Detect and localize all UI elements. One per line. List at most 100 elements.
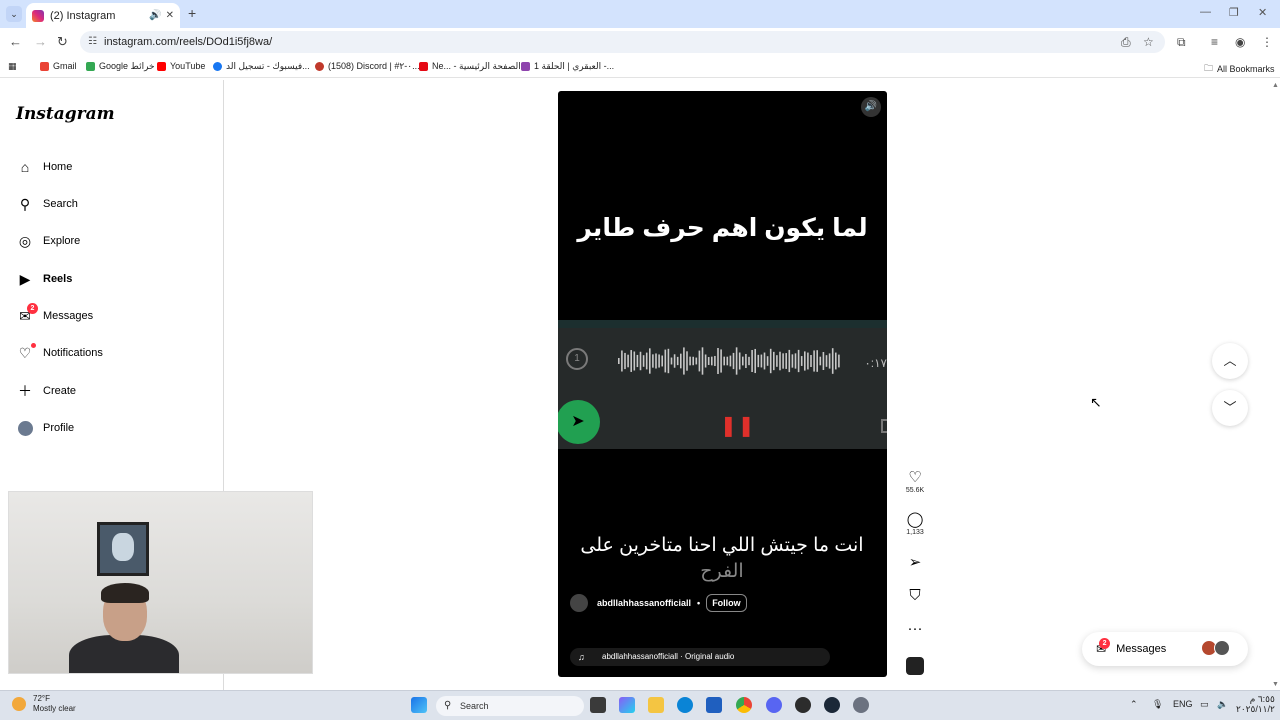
obs-icon[interactable]: [795, 697, 811, 713]
store-icon[interactable]: [706, 697, 722, 713]
chrome-icon[interactable]: [736, 697, 752, 713]
nav-notifications[interactable]: ♡ Notifications: [16, 343, 103, 362]
instagram-logo[interactable]: Instagram: [16, 104, 115, 124]
reload-icon[interactable]: ↻: [57, 34, 68, 50]
bookmark-discord[interactable]: (1508) Discord | #٠-٢...: [315, 61, 420, 72]
reel-video[interactable]: 🔊 لما يكون اهم حرف طاير 😂😂😂 1 ٠:١٧ ➤ ❚❚ …: [558, 91, 887, 677]
waveform-bar: [729, 355, 732, 367]
audio-label: abdllahhassanofficiall · Original audio: [602, 652, 735, 661]
scroll-down-icon[interactable]: ▼: [1272, 681, 1279, 688]
waveform-bar: [676, 356, 679, 366]
like-count: 55.6K: [905, 487, 925, 494]
nav-messages[interactable]: ✉ 2 Messages: [16, 303, 93, 325]
edge-icon[interactable]: [677, 697, 693, 713]
previous-reel-button[interactable]: ︿: [1212, 343, 1248, 379]
nav-create[interactable]: ＋ Create: [16, 382, 76, 400]
volume-icon[interactable]: 🔊: [861, 97, 881, 117]
tab-audio-icon[interactable]: 🔊: [149, 10, 161, 21]
speaker-icon[interactable]: 🔈: [1217, 699, 1228, 710]
comment-icon: ◯: [906, 511, 924, 528]
waveform-bar: [707, 357, 710, 365]
browser-tab[interactable]: (2) Instagram 🔊 ✕: [26, 3, 180, 28]
like-button[interactable]: ♡ 55.6K: [903, 468, 927, 494]
copilot-icon[interactable]: [619, 697, 635, 713]
post-caption[interactable]: 😂😂😂😂😂😂😂: [570, 623, 644, 634]
bookmark-facebook[interactable]: فيسبوك - تسجيل الد...: [213, 61, 310, 72]
share-button[interactable]: ➢: [903, 553, 927, 571]
nav-label: Create: [43, 385, 77, 397]
windows-start-icon[interactable]: [411, 697, 427, 713]
file-explorer-icon[interactable]: [648, 697, 664, 713]
waveform-bar: [813, 350, 815, 372]
discord-icon[interactable]: [766, 697, 782, 713]
page-scrollbar[interactable]: ▲ ▼: [1270, 80, 1280, 690]
tray-overflow-icon[interactable]: ⌃: [1130, 699, 1138, 710]
heart-icon: ♡: [908, 469, 922, 486]
new-tab-button[interactable]: +: [188, 5, 196, 21]
task-view-icon[interactable]: [590, 697, 606, 713]
weather-widget[interactable]: 72°F Mostly clear: [12, 694, 76, 714]
author-name[interactable]: abdllahhassanofficiall: [597, 598, 691, 608]
maximize-icon[interactable]: ❐: [1229, 6, 1239, 19]
settings-gear-icon[interactable]: [853, 697, 869, 713]
bookmark-youtube[interactable]: YouTube: [157, 61, 205, 71]
steam-icon[interactable]: [824, 697, 840, 713]
audio-attribution[interactable]: ♫ abdllahhassanofficiall · Original audi…: [570, 648, 830, 666]
site-info-icon[interactable]: ☷: [88, 31, 97, 53]
more-options-button[interactable]: ···: [903, 620, 927, 637]
install-app-icon[interactable]: ⎙: [1121, 35, 1131, 50]
all-bookmarks[interactable]: 🗀 All Bookmarks: [1204, 61, 1275, 77]
comment-button[interactable]: ◯ 1,133: [903, 510, 927, 536]
caption-bottom-fade: الفرح: [700, 561, 744, 582]
webcam-overlay: [8, 491, 313, 674]
microphone-icon[interactable]: 🎙: [1152, 699, 1163, 710]
next-reel-button[interactable]: ﹀: [1212, 390, 1248, 426]
extensions-icon[interactable]: ⧉: [1177, 35, 1186, 50]
scroll-up-icon[interactable]: ▲: [1272, 82, 1279, 89]
waveform-bar: [745, 353, 747, 369]
author-avatar[interactable]: [570, 594, 588, 612]
apps-grid-icon[interactable]: ▦: [8, 61, 17, 72]
mouse-cursor-icon: ↖: [1090, 394, 1102, 410]
nav-search[interactable]: ⚲ Search: [16, 195, 78, 213]
minimize-icon[interactable]: —: [1200, 6, 1211, 18]
forward-arrow-icon[interactable]: →: [34, 34, 47, 49]
messages-pill[interactable]: ✉ 2 Messages: [1082, 632, 1248, 666]
save-button[interactable]: ⛉: [903, 587, 927, 604]
media-control-icon[interactable]: ≡: [1211, 35, 1218, 49]
waveform-bar: [661, 355, 663, 367]
waveform-bar: [742, 356, 744, 366]
bookmark-gmail[interactable]: Gmail: [40, 61, 77, 71]
maps-icon: [86, 62, 95, 71]
close-window-icon[interactable]: ✕: [1258, 6, 1267, 19]
audio-waveform: [618, 347, 840, 375]
input-language[interactable]: ENG: [1173, 699, 1193, 709]
paper-plane-icon: ➢: [908, 554, 922, 571]
waveform-bar: [776, 355, 778, 367]
taskbar-search[interactable]: ⚲ Search: [436, 696, 584, 716]
music-note-icon: ♫: [578, 652, 585, 662]
discord-icon: [315, 62, 324, 71]
waveform-bar: [717, 348, 719, 374]
waveform-bar: [838, 354, 840, 368]
profile-avatar-icon[interactable]: ◉: [1235, 35, 1245, 49]
bookmark-maps[interactable]: Google خرائط: [86, 61, 155, 72]
tab-search-button[interactable]: ⌄: [6, 6, 22, 22]
voice-note-panel: 1 ٠:١٧ ➤ ❚❚: [558, 320, 887, 449]
follow-button[interactable]: Follow: [706, 594, 747, 612]
audio-page-thumbnail[interactable]: [906, 657, 924, 675]
network-icon[interactable]: ▭: [1200, 699, 1209, 710]
nav-explore[interactable]: ◎ Explore: [16, 232, 80, 250]
back-arrow-icon[interactable]: ←: [9, 34, 22, 49]
bookmark-star-icon[interactable]: ☆: [1143, 35, 1154, 49]
waveform-bar: [785, 353, 787, 369]
nav-profile[interactable]: Profile: [16, 419, 74, 437]
clock[interactable]: ٦:٥٥ م ٢٠٢٥/١١/٢: [1236, 694, 1275, 714]
nav-home[interactable]: ⌂ Home: [16, 158, 73, 176]
bookmark-abqari[interactable]: العبقري | الحلقة 1 -...: [521, 61, 614, 72]
address-bar[interactable]: ☷ instagram.com/reels/DOd1i5fj8wa/: [80, 31, 1165, 53]
close-tab-icon[interactable]: ✕: [166, 10, 174, 21]
bookmark-netflix[interactable]: Ne... - الصفحة الرئيسية: [419, 61, 521, 72]
nav-reels[interactable]: ▶ Reels: [16, 270, 73, 288]
menu-dots-icon[interactable]: ⋮: [1261, 35, 1273, 49]
